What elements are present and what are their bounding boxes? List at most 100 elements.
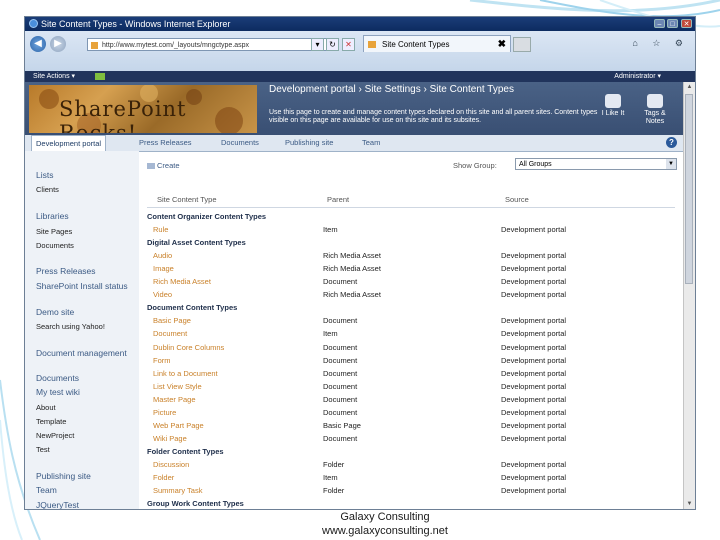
column-header-parent[interactable]: Parent xyxy=(327,195,349,204)
toolbar-icons[interactable]: ⌂ ☆ ⚙ xyxy=(632,38,689,49)
content-type-link[interactable]: Discussion xyxy=(153,460,189,469)
parent-cell[interactable]: Document xyxy=(323,356,357,365)
content-type-link[interactable]: Video xyxy=(153,290,172,299)
sidebar-item[interactable]: Press Releases xyxy=(36,267,96,276)
content-type-link[interactable]: Document xyxy=(153,329,187,338)
parent-cell[interactable]: Rich Media Asset xyxy=(323,264,381,273)
parent-cell[interactable]: Rich Media Asset xyxy=(323,290,381,299)
scroll-thumb[interactable] xyxy=(685,94,693,284)
maximize-button[interactable]: □ xyxy=(667,19,678,28)
sidebar-item[interactable]: Clients xyxy=(36,185,59,194)
sidebar-item[interactable]: Document management xyxy=(36,349,132,358)
content-type-link[interactable]: Basic Page xyxy=(153,316,191,325)
close-button[interactable]: ✕ xyxy=(681,19,692,28)
parent-cell[interactable]: Basic Page xyxy=(323,421,361,430)
scroll-down-icon[interactable]: ▼ xyxy=(684,499,695,509)
back-button[interactable]: ◀ xyxy=(30,36,46,52)
column-header-source[interactable]: Source xyxy=(505,195,529,204)
refresh-icon[interactable]: ↻ xyxy=(326,38,339,51)
source-cell: Development portal xyxy=(501,355,567,365)
browse-icon[interactable] xyxy=(95,73,105,80)
source-cell: Development portal xyxy=(501,251,567,261)
tab-publishing-site[interactable]: Publishing site xyxy=(285,135,333,151)
parent-cell[interactable]: Document xyxy=(323,343,357,352)
parent-cell[interactable]: Item xyxy=(323,473,338,482)
parent-cell[interactable]: Document xyxy=(323,316,357,325)
sidebar-item[interactable]: Site Pages xyxy=(36,227,72,236)
tab-press-releases[interactable]: Press Releases xyxy=(139,135,192,151)
sidebar-item[interactable]: About xyxy=(36,403,56,412)
sidebar-item[interactable]: Search using Yahoo! xyxy=(36,322,105,331)
parent-cell[interactable]: Folder xyxy=(323,486,344,495)
tab-site-content-types[interactable]: Site Content Types ✖ xyxy=(363,35,511,52)
content-type-link[interactable]: Form xyxy=(153,356,171,365)
column-header-type[interactable]: Site Content Type xyxy=(157,195,216,204)
tab-close-icon[interactable]: ✖ xyxy=(498,36,506,53)
create-button[interactable]: Create xyxy=(147,161,180,170)
content-type-link[interactable]: Web Part Page xyxy=(153,421,204,430)
sidebar-item[interactable]: NewProject xyxy=(36,431,74,440)
parent-cell[interactable]: Document xyxy=(323,277,357,286)
help-icon[interactable]: ? xyxy=(666,137,677,148)
source-cell: Development portal xyxy=(501,368,567,378)
content-type-link[interactable]: Dublin Core Columns xyxy=(153,343,224,352)
tab-label: Site Content Types xyxy=(382,40,450,49)
content-type-link[interactable]: Folder xyxy=(153,473,174,482)
show-group-select[interactable]: All Groups ▼ xyxy=(515,158,677,170)
parent-cell[interactable]: Folder xyxy=(323,460,344,469)
address-bar[interactable]: http://www.mytest.com/_layouts/mngctype.… xyxy=(87,38,337,51)
sidebar-item[interactable]: My test wiki xyxy=(36,388,80,397)
content-type-link[interactable]: List View Style xyxy=(153,382,202,391)
sidebar-item[interactable]: Documents xyxy=(36,374,79,383)
i-like-it-label: I Like It xyxy=(601,110,625,117)
sidebar-item[interactable]: Libraries xyxy=(36,212,69,221)
dropdown-button[interactable]: ▾ xyxy=(311,38,324,51)
content-type-link[interactable]: Summary Task xyxy=(153,486,202,495)
parent-cell[interactable]: Document xyxy=(323,434,357,443)
content-type-link[interactable]: Audio xyxy=(153,251,172,260)
address-text: http://www.mytest.com/_layouts/mngctype.… xyxy=(102,42,250,49)
site-actions-menu[interactable]: Site Actions ▾ xyxy=(33,71,75,82)
tab-favicon xyxy=(368,41,376,48)
parent-cell[interactable]: Rich Media Asset xyxy=(323,251,381,260)
logo-text: SharePoint Rocks! xyxy=(59,97,187,133)
content-type-link[interactable]: Image xyxy=(153,264,174,273)
sidebar-item[interactable]: Team xyxy=(36,486,57,495)
minimize-button[interactable]: – xyxy=(654,19,665,28)
new-tab-button[interactable] xyxy=(513,37,531,52)
sidebar-item[interactable]: Demo site xyxy=(36,308,74,317)
sidebar-item[interactable]: Publishing site xyxy=(36,472,91,481)
scroll-up-icon[interactable]: ▲ xyxy=(684,82,695,92)
user-menu[interactable]: Administrator ▾ xyxy=(614,71,661,82)
parent-cell[interactable]: Item xyxy=(323,225,338,234)
ie-icon xyxy=(29,19,38,28)
content-type-link[interactable]: Link to a Document xyxy=(153,369,218,378)
parent-cell[interactable]: Document xyxy=(323,382,357,391)
sidebar-item[interactable]: Template xyxy=(36,417,66,426)
site-logo[interactable]: SharePoint Rocks! xyxy=(29,85,257,133)
parent-cell[interactable]: Document xyxy=(323,369,357,378)
parent-cell[interactable]: Document xyxy=(323,395,357,404)
content-type-link[interactable]: Wiki Page xyxy=(153,434,187,443)
sidebar-item[interactable]: SharePoint Install status xyxy=(36,282,132,291)
sidebar-item[interactable]: JQueryTest xyxy=(36,501,79,510)
i-like-it-button[interactable]: I Like It xyxy=(593,94,633,118)
parent-cell[interactable]: Document xyxy=(323,408,357,417)
breadcrumb[interactable]: Development portal › Site Settings › Sit… xyxy=(269,84,599,95)
sidebar-item[interactable]: Test xyxy=(36,445,50,454)
tab-team[interactable]: Team xyxy=(362,135,380,151)
tab-documents[interactable]: Documents xyxy=(221,135,259,151)
sidebar-item[interactable]: Lists xyxy=(36,171,53,180)
sidebar-item[interactable]: Documents xyxy=(36,241,74,250)
parent-cell[interactable]: Item xyxy=(323,329,338,338)
tab-development-portal[interactable]: Development portal xyxy=(31,135,107,151)
stop-icon[interactable]: ✕ xyxy=(342,38,355,51)
source-cell: Development portal xyxy=(501,264,567,274)
tags-notes-button[interactable]: Tags & Notes xyxy=(635,94,675,126)
content-type-link[interactable]: Picture xyxy=(153,408,176,417)
content-type-link[interactable]: Rule xyxy=(153,225,168,234)
forward-button[interactable]: ▶ xyxy=(50,36,66,52)
vertical-scrollbar[interactable]: ▲ ▼ xyxy=(683,82,695,509)
content-type-link[interactable]: Rich Media Asset xyxy=(153,277,211,286)
content-type-link[interactable]: Master Page xyxy=(153,395,196,404)
